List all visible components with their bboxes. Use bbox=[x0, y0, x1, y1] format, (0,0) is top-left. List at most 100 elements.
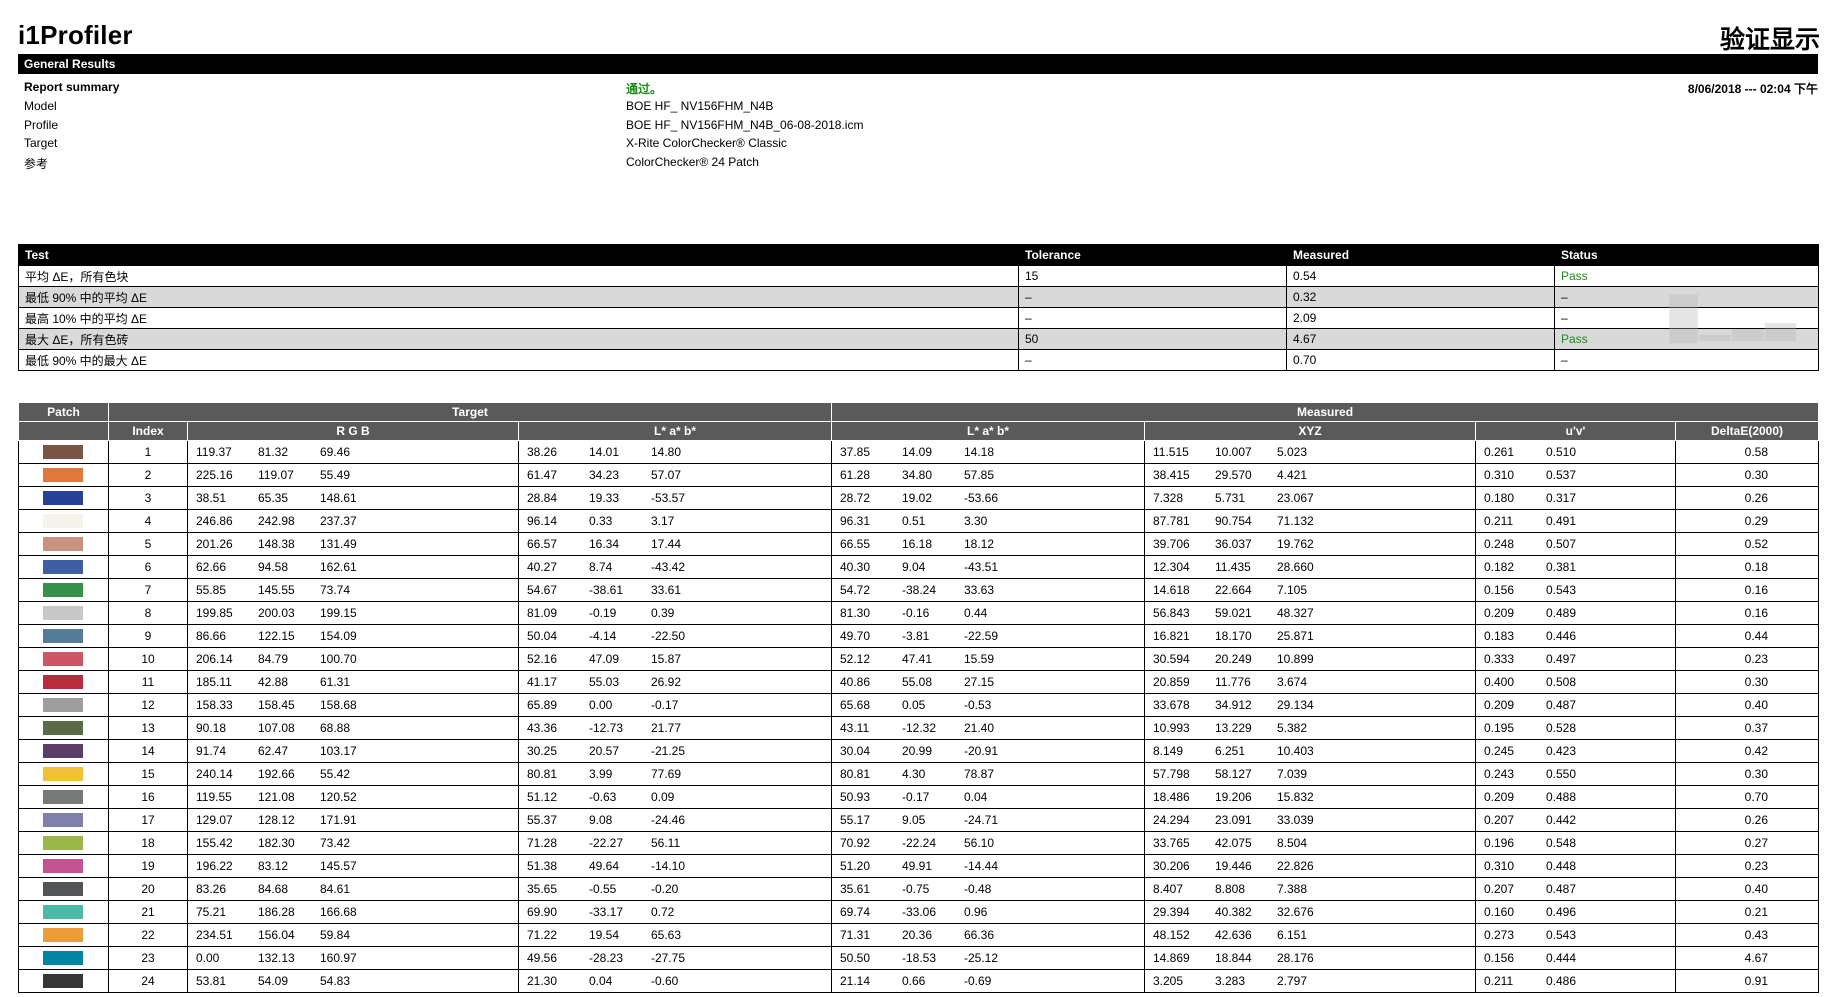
index-cell: 6 bbox=[108, 555, 188, 579]
xyz-value: 10.899 bbox=[1277, 652, 1314, 666]
target-lab-value: 30.25 bbox=[527, 744, 558, 758]
xyz-value: 19.446 bbox=[1215, 859, 1252, 873]
target-lab-value: 28.84 bbox=[527, 491, 558, 505]
uv-value: 0.543 bbox=[1546, 928, 1577, 942]
measured-lab-value: -12.32 bbox=[902, 721, 937, 735]
measured-lab-value: 9.04 bbox=[902, 560, 926, 574]
test-row: 最大 ΔE，所有色砖 50 4.67 Pass bbox=[18, 328, 1819, 350]
patch-row: 11 185.11 42.88 61.31 41.17 55.03 26.92 40.86 55… bbox=[18, 670, 1820, 694]
rgb-value: 122.15 bbox=[258, 629, 295, 643]
patch-row: 6 62.66 94.58 162.61 40.27 8.74 -43.42 40.30 9.0… bbox=[18, 555, 1820, 579]
swatch-cell bbox=[18, 923, 109, 947]
rgb-value: 206.14 bbox=[196, 652, 233, 666]
xyz-value: 20.249 bbox=[1215, 652, 1252, 666]
swatch-cell bbox=[18, 440, 109, 464]
measured-lab-value: 33.63 bbox=[964, 583, 995, 597]
xyz-cell: 7.328 5.731 23.067 bbox=[1144, 486, 1476, 510]
target-lab-value: -21.25 bbox=[651, 744, 686, 758]
rgb-cell: 234.51 156.04 59.84 bbox=[187, 923, 519, 947]
tolerance-header: Tolerance bbox=[1018, 244, 1287, 266]
uv-cell: 0.310 0.448 bbox=[1475, 854, 1676, 878]
xyz-value: 30.206 bbox=[1153, 859, 1190, 873]
test-row: 平均 ΔE，所有色块 15 0.54 Pass bbox=[18, 265, 1819, 287]
xyz-value: 33.039 bbox=[1277, 813, 1314, 827]
target-lab-cell: 69.90 -33.17 0.72 bbox=[518, 900, 832, 924]
xyz-value: 48.327 bbox=[1277, 606, 1314, 620]
measured-lab-cell: 52.12 47.41 15.59 bbox=[831, 647, 1145, 671]
xyz-value: 11.776 bbox=[1215, 675, 1251, 689]
test-cell-tolerance: – bbox=[1018, 307, 1287, 329]
target-lab-value: -43.42 bbox=[651, 560, 686, 574]
swatch-cell bbox=[18, 555, 109, 579]
swatch-cell bbox=[18, 509, 109, 533]
color-swatch bbox=[43, 767, 83, 782]
measured-lab-value: -14.44 bbox=[964, 859, 999, 873]
target-lab-header: L* a* b* bbox=[518, 421, 832, 441]
target-lab-cell: 65.89 0.00 -0.17 bbox=[518, 693, 832, 717]
test-cell-test: 最大 ΔE，所有色砖 bbox=[18, 328, 1019, 350]
measured-lab-value: 69.74 bbox=[840, 905, 871, 919]
uv-cell: 0.333 0.497 bbox=[1475, 647, 1676, 671]
swatch-cell bbox=[18, 969, 109, 993]
color-swatch bbox=[43, 629, 83, 644]
rgb-value: 129.07 bbox=[196, 813, 233, 827]
measured-lab-value: 49.70 bbox=[840, 629, 871, 643]
deltae-cell: 0.16 bbox=[1675, 578, 1820, 602]
color-swatch bbox=[43, 491, 83, 506]
rgb-value: 90.18 bbox=[196, 721, 227, 735]
measured-lab-value: 71.31 bbox=[840, 928, 871, 942]
deltae-cell: 0.40 bbox=[1675, 693, 1820, 717]
xyz-value: 57.798 bbox=[1153, 767, 1190, 781]
measured-lab-value: 81.30 bbox=[840, 606, 871, 620]
measured-lab-value: 15.59 bbox=[964, 652, 995, 666]
target-lab-value: 21.30 bbox=[527, 974, 558, 988]
target-group-header: Target bbox=[108, 402, 832, 422]
rgb-header: R G B bbox=[187, 421, 519, 441]
target-lab-value: 17.44 bbox=[651, 537, 682, 551]
color-swatch bbox=[43, 813, 83, 828]
patch-row: 17 129.07 128.12 171.91 55.37 9.08 -24.46 55.17… bbox=[18, 808, 1820, 832]
swatch-cell bbox=[18, 463, 109, 487]
uv-value: 0.182 bbox=[1484, 560, 1515, 574]
uv-value: 0.245 bbox=[1484, 744, 1515, 758]
test-cell-tolerance: – bbox=[1018, 349, 1287, 371]
uv-value: 0.209 bbox=[1484, 698, 1515, 712]
xyz-value: 25.871 bbox=[1277, 629, 1314, 643]
measured-lab-value: 80.81 bbox=[840, 767, 871, 781]
test-header: Test bbox=[18, 244, 1019, 266]
measured-lab-value: -24.71 bbox=[964, 813, 999, 827]
target-lab-value: 3.99 bbox=[589, 767, 613, 781]
uv-value: 0.400 bbox=[1484, 675, 1515, 689]
index-cell: 15 bbox=[108, 762, 188, 786]
index-cell: 12 bbox=[108, 693, 188, 717]
xyz-value: 6.251 bbox=[1215, 744, 1246, 758]
swatch-cell bbox=[18, 785, 109, 809]
color-swatch bbox=[43, 583, 83, 598]
xyz-cell: 48.152 42.636 6.151 bbox=[1144, 923, 1476, 947]
color-swatch bbox=[43, 744, 83, 759]
measured-lab-value: 0.04 bbox=[964, 790, 988, 804]
measured-lab-cell: 49.70 -3.81 -22.59 bbox=[831, 624, 1145, 648]
uv-value: 0.548 bbox=[1546, 836, 1577, 850]
index-cell: 13 bbox=[108, 716, 188, 740]
xyz-value: 19.206 bbox=[1215, 790, 1252, 804]
uv-value: 0.310 bbox=[1484, 468, 1515, 482]
rgb-value: 119.37 bbox=[196, 445, 232, 459]
measured-lab-value: 43.11 bbox=[840, 721, 870, 735]
xyz-value: 8.407 bbox=[1153, 882, 1184, 896]
target-lab-value: 41.17 bbox=[527, 675, 558, 689]
target-lab-value: 16.34 bbox=[589, 537, 620, 551]
measured-lab-cell: 43.11 -12.32 21.40 bbox=[831, 716, 1145, 740]
rgb-value: 119.55 bbox=[196, 790, 232, 804]
color-swatch bbox=[43, 468, 83, 483]
target-lab-value: 65.63 bbox=[651, 928, 682, 942]
measured-lab-value: 65.68 bbox=[840, 698, 871, 712]
uv-cell: 0.209 0.487 bbox=[1475, 693, 1676, 717]
rgb-value: 65.35 bbox=[258, 491, 289, 505]
xyz-value: 22.664 bbox=[1215, 583, 1252, 597]
rgb-value: 145.55 bbox=[258, 583, 295, 597]
measured-lab-value: 52.12 bbox=[840, 652, 871, 666]
deltae-cell: 0.26 bbox=[1675, 808, 1820, 832]
deltae-cell: 0.23 bbox=[1675, 647, 1820, 671]
target-lab-cell: 50.04 -4.14 -22.50 bbox=[518, 624, 832, 648]
